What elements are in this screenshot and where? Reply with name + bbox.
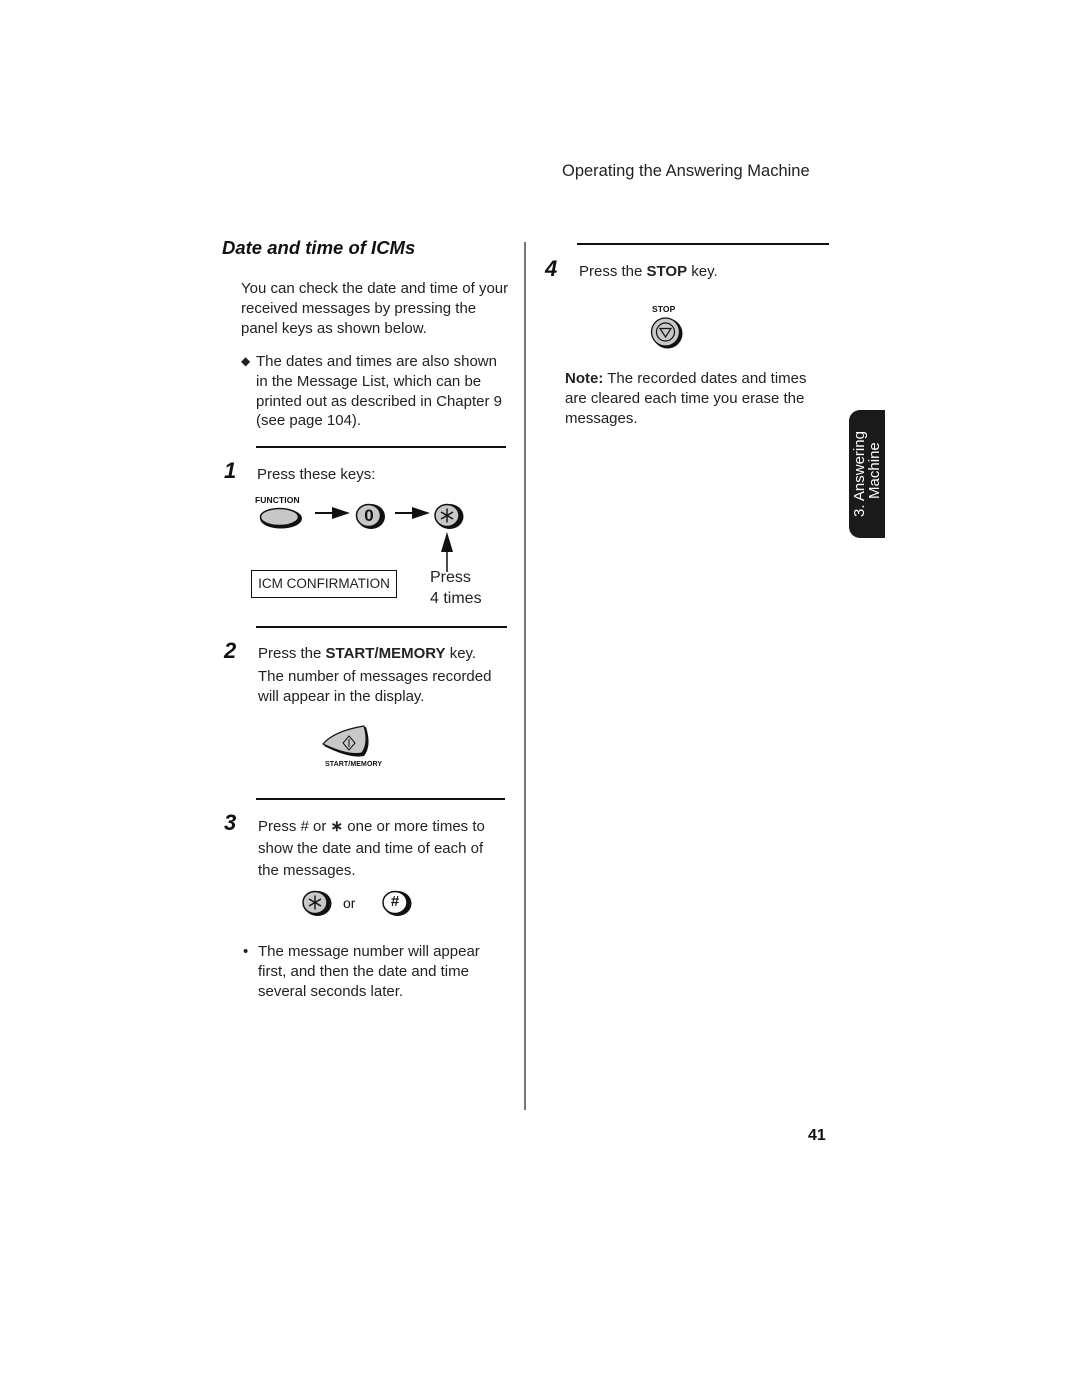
note-paragraph: Note: The recorded dates and times are c… xyxy=(565,370,807,427)
dot-bullet-icon: • xyxy=(243,943,249,960)
stop-key-name: STOP xyxy=(646,263,688,280)
diamond-bullet-icon: ◆ xyxy=(241,354,251,368)
section-title: Date and time of ICMs xyxy=(222,237,416,258)
page-number: 41 xyxy=(808,1127,826,1144)
step-4-rule xyxy=(577,243,829,245)
intro-paragraph: You can check the date and time of your … xyxy=(241,280,509,337)
column-divider xyxy=(524,242,526,1110)
or-label: or xyxy=(343,895,356,911)
step-2-detail: The number of messages recorded will app… xyxy=(258,668,492,705)
display-readout: ICM CONFIRMATION xyxy=(251,570,397,598)
chapter-tab-label: 3. Answering Machine xyxy=(851,431,883,517)
step-4-text: Press the STOP key. xyxy=(579,263,718,280)
start-memory-key-name: START/MEMORY xyxy=(325,645,446,662)
stop-key-label: STOP xyxy=(652,304,676,314)
step-2-rule xyxy=(256,626,507,628)
star-inline-icon: ∗ xyxy=(330,818,344,835)
function-key-label: FUNCTION xyxy=(255,495,300,505)
step-1-rule xyxy=(256,446,506,448)
step-1-number: 1 xyxy=(224,458,237,483)
step-2-text: Press the START/MEMORY key. xyxy=(258,645,477,662)
stop-key-icon xyxy=(650,317,683,349)
arrow-right-icon xyxy=(315,507,350,519)
note-label: Note: xyxy=(565,370,604,387)
press-count-note: Press 4 times xyxy=(430,567,482,609)
running-header: Operating the Answering Machine xyxy=(562,162,810,180)
step-3-rule xyxy=(256,798,505,800)
step-1-text: Press these keys: xyxy=(257,466,376,483)
arrow-right-icon xyxy=(395,507,430,519)
step-4-number: 4 xyxy=(545,256,558,281)
step-3-text: Press # or ∗ one or more times to show t… xyxy=(258,818,485,879)
press-note-line1: Press xyxy=(430,569,471,586)
press-note-line2: 4 times xyxy=(430,590,482,607)
start-memory-key-label: START/MEMORY xyxy=(325,761,383,768)
function-key-icon xyxy=(259,507,302,529)
info-bullet-text: The dates and times are also shown in th… xyxy=(256,353,502,430)
arrow-up-icon xyxy=(441,532,453,572)
step-3-number: 3 xyxy=(224,810,237,835)
hash-key-label: # xyxy=(390,893,400,910)
step-2-number: 2 xyxy=(224,638,237,663)
info-bullet: ◆ The dates and times are also shown in … xyxy=(241,352,511,431)
zero-key-label: 0 xyxy=(364,506,374,525)
step-3-bullet-text: The message number will appear first, an… xyxy=(258,943,480,1000)
step-3-bullet: • The message number will appear first, … xyxy=(243,942,508,1001)
star-key-icon xyxy=(434,503,464,529)
chapter-tab[interactable]: 3. Answering Machine xyxy=(849,410,885,538)
start-memory-key-icon xyxy=(322,725,369,757)
star-key-icon xyxy=(302,890,332,916)
